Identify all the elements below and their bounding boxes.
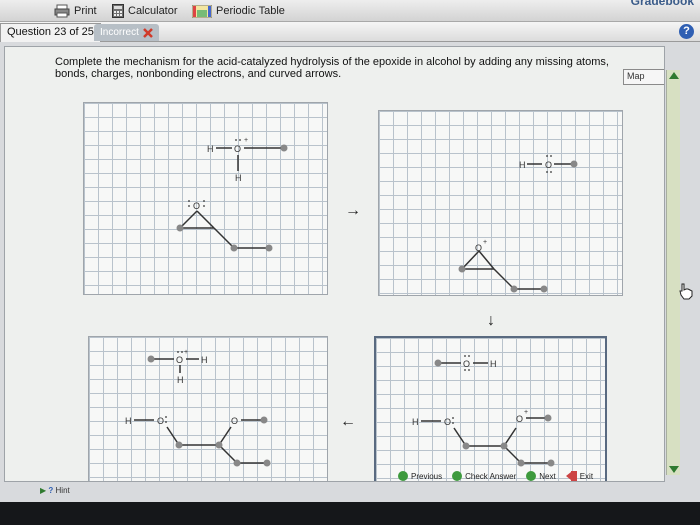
step-arrow-right: →	[345, 202, 361, 219]
map-button[interactable]: Map	[623, 69, 664, 85]
step-arrow-left: ←	[340, 413, 356, 430]
incorrect-x-icon	[143, 27, 153, 38]
scroll-down-icon[interactable]	[669, 466, 679, 473]
p3-o-plus: O	[176, 355, 183, 365]
instructions-text: Complete the mechanism for the acid-cata…	[55, 56, 609, 80]
check-answer-label: Check Answer	[465, 471, 517, 481]
check-icon	[452, 471, 463, 481]
p1-o-epoxide: O	[193, 201, 200, 211]
calculator-label: Calculator	[128, 5, 178, 17]
p3-o-free: O	[157, 416, 164, 426]
periodic-table-icon	[192, 4, 212, 18]
toolbar: Print Calculator Periodic Table Gradeboo…	[0, 0, 700, 22]
calculator-icon	[112, 4, 124, 18]
navigation-bar: Previous Check Answer Next Exit	[398, 468, 593, 484]
mechanism-panel-1[interactable]: H O + H O	[83, 102, 328, 295]
p3-h-left: H	[125, 416, 132, 426]
exit-label: Exit	[579, 471, 594, 481]
p3-h-right: H	[201, 355, 208, 365]
p1-o-plus: O	[234, 144, 241, 154]
step-arrow-down: ↓	[487, 312, 495, 329]
hint-label: Hint	[55, 486, 70, 495]
print-label: Print	[74, 5, 97, 17]
calculator-button[interactable]: Calculator	[112, 3, 178, 19]
p4-h-left: H	[412, 417, 419, 427]
panel-4-drawing: O H H O O +	[412, 355, 555, 467]
previous-button[interactable]: Previous	[398, 471, 442, 481]
map-label: Map	[627, 71, 645, 81]
next-label: Next	[539, 471, 556, 481]
periodic-table-button[interactable]: Periodic Table	[192, 3, 285, 19]
svg-text:+: +	[244, 137, 248, 144]
hint-button[interactable]: ▶ ? Hint	[40, 486, 70, 495]
p1-h-left: H	[207, 144, 214, 154]
status-badge: Incorrect	[94, 24, 159, 41]
previous-icon	[398, 471, 408, 481]
gradebook-link[interactable]: Gradebook	[631, 0, 694, 8]
next-button[interactable]: Next	[526, 471, 556, 481]
p4-o-free: O	[444, 417, 451, 427]
panel-1-drawing: H O + H O	[176, 137, 288, 252]
panel-2-drawing: H O O +	[458, 155, 578, 293]
hand-cursor-icon	[679, 283, 693, 300]
p2-o-plus: O	[475, 243, 482, 253]
check-answer-button[interactable]: Check Answer	[452, 471, 516, 481]
panel-3-drawing: O + H H H O O	[125, 349, 271, 467]
print-button[interactable]: Print	[54, 3, 97, 19]
next-icon	[526, 471, 537, 481]
p1-h-below: H	[235, 173, 242, 183]
p3-o-chain: O	[231, 416, 238, 426]
question-bar: Question 23 of 25 Incorrect ?	[0, 22, 700, 42]
question-content: Complete the mechanism for the acid-cata…	[4, 46, 665, 482]
p4-h-right: H	[490, 359, 497, 369]
exit-icon	[565, 471, 577, 481]
exit-button[interactable]: Exit	[565, 471, 594, 481]
svg-text:+: +	[524, 409, 528, 416]
mechanism-panel-3[interactable]: O + H H H O O	[88, 336, 328, 481]
svg-text:+: +	[184, 349, 188, 356]
periodic-table-label: Periodic Table	[216, 5, 285, 17]
printer-icon	[54, 4, 70, 18]
p3-h-below: H	[177, 375, 184, 385]
hint-question-icon: ?	[48, 486, 54, 495]
help-button[interactable]: ?	[679, 24, 694, 39]
mechanism-panel-2[interactable]: H O O +	[378, 110, 623, 296]
svg-text:O: O	[463, 359, 470, 369]
svg-text:+: +	[483, 239, 487, 246]
hint-arrow-icon: ▶	[40, 486, 47, 495]
app-window: Print Calculator Periodic Table Gradeboo…	[0, 0, 700, 525]
p2-h-left: H	[519, 160, 526, 170]
previous-label: Previous	[411, 471, 443, 481]
question-counter: Question 23 of 25	[0, 23, 101, 42]
scroll-up-icon[interactable]	[669, 72, 679, 79]
p2-o-alcohol: O	[545, 160, 552, 170]
status-label: Incorrect	[100, 27, 139, 38]
mechanism-panel-4[interactable]: O H H O O +	[374, 336, 607, 481]
vertical-scrollbar[interactable]	[666, 70, 680, 475]
p4-o-chain: O	[516, 414, 523, 424]
desktop-bezel	[0, 502, 700, 525]
